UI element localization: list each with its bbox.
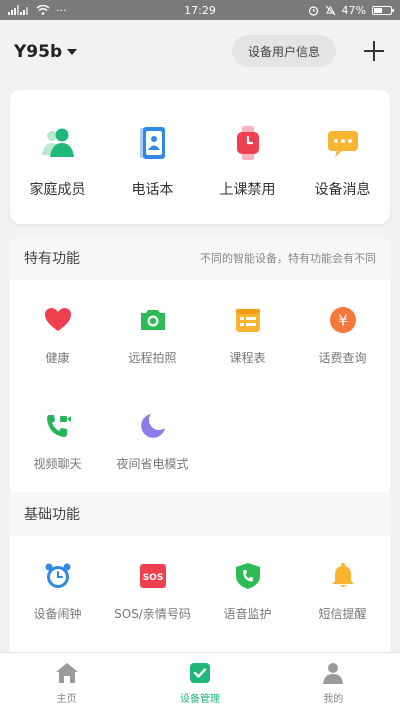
family-members-label: 家庭成员 — [29, 182, 86, 198]
night-power-save-label: 夜间省电模式 — [116, 457, 189, 471]
battery-icon — [372, 5, 394, 15]
wifi-icon — [36, 5, 50, 15]
functions-card: 特有功能 不同的智能设备，特有功能会有不同 健康 远程拍照 课程表 ¥ 话费查询… — [10, 236, 390, 656]
caret-down-icon — [67, 49, 78, 55]
class-disable-button[interactable]: 上课禁用 — [200, 90, 295, 224]
status-dots: ··· — [56, 3, 67, 17]
schedule-icon — [235, 309, 260, 332]
remote-photo-button[interactable]: 远程拍照 — [105, 280, 200, 386]
yen-icon: ¥ — [329, 307, 356, 333]
mute-icon — [325, 5, 335, 15]
health-button[interactable]: 健康 — [10, 280, 105, 386]
device-message-icon — [327, 131, 358, 157]
sos-icon: SOS — [139, 564, 166, 588]
device-alarm-label: 设备闹钟 — [33, 607, 82, 621]
phonebook-label: 电话本 — [131, 182, 174, 198]
basic-functions-title: 基础功能 — [24, 507, 80, 523]
home-icon — [55, 663, 78, 683]
battery-percent: 47% — [341, 3, 366, 17]
status-left: ··· — [8, 4, 67, 17]
device-message-button[interactable]: 设备消息 — [295, 90, 390, 224]
health-label: 健康 — [45, 351, 70, 365]
sos-family-numbers-label: SOS/亲情号码 — [114, 607, 191, 621]
class-disable-label: 上课禁用 — [219, 182, 276, 198]
svg-text:SOS: SOS — [142, 573, 163, 583]
family-members-button[interactable]: 家庭成员 — [10, 90, 105, 224]
video-call-icon — [46, 415, 71, 437]
device-message-label: 设备消息 — [314, 182, 371, 198]
balance-query-label: 话费查询 — [318, 351, 367, 365]
moon-icon — [140, 414, 165, 438]
video-chat-button[interactable]: 视频聊天 — [10, 386, 105, 492]
device-manage-icon — [189, 663, 210, 683]
tab-device-management-label: 设备管理 — [179, 694, 220, 705]
tab-profile[interactable]: 我的 — [267, 653, 400, 712]
phonebook-icon — [139, 127, 165, 159]
status-bar: ··· 17:29 47% — [0, 0, 400, 20]
balance-query-button[interactable]: ¥ 话费查询 — [295, 280, 390, 386]
special-functions-subtitle: 不同的智能设备，特有功能会有不同 — [200, 252, 376, 265]
bell-icon — [331, 563, 354, 587]
device-selector[interactable]: Y95b — [14, 42, 78, 62]
schedule-button[interactable]: 课程表 — [200, 280, 295, 386]
voice-monitor-button[interactable]: 语音监护 — [200, 536, 295, 642]
sms-reminder-button[interactable]: 短信提醒 — [295, 536, 390, 642]
special-functions-header: 特有功能 不同的智能设备，特有功能会有不同 — [10, 236, 390, 280]
basic-functions-grid: 设备闹钟 SOS SOS/亲情号码 语音监护 短信提醒 — [10, 536, 390, 642]
special-functions-title: 特有功能 — [24, 251, 80, 267]
camera-icon — [140, 310, 165, 330]
device-user-info-button[interactable]: 设备用户信息 — [232, 35, 336, 67]
tab-device-management[interactable]: 设备管理 — [133, 653, 266, 712]
alarm-clock-icon — [45, 563, 70, 588]
family-members-icon — [41, 128, 74, 157]
signal-icon — [8, 5, 28, 15]
device-name: Y95b — [14, 42, 63, 62]
profile-icon — [323, 663, 344, 684]
add-icon[interactable] — [362, 39, 386, 63]
svg-text:¥: ¥ — [338, 312, 348, 330]
remote-photo-label: 远程拍照 — [128, 351, 177, 365]
header: Y95b 设备用户信息 — [0, 20, 400, 84]
video-chat-label: 视频聊天 — [33, 457, 82, 471]
tab-home[interactable]: 主页 — [0, 653, 133, 712]
quick-actions-card: 家庭成员 电话本 上课禁用 设备消息 — [10, 90, 390, 224]
heart-icon — [44, 308, 71, 331]
voice-monitor-icon — [235, 563, 260, 589]
status-right: 47% — [308, 3, 394, 17]
alarm-status-icon — [308, 5, 318, 16]
sos-family-numbers-button[interactable]: SOS SOS/亲情号码 — [105, 536, 200, 642]
sms-reminder-label: 短信提醒 — [318, 607, 367, 621]
schedule-label: 课程表 — [229, 351, 266, 365]
phonebook-button[interactable]: 电话本 — [105, 90, 200, 224]
device-alarm-button[interactable]: 设备闹钟 — [10, 536, 105, 642]
bottom-tab-bar: 主页 设备管理 我的 — [0, 652, 400, 712]
night-power-save-button[interactable]: 夜间省电模式 — [105, 386, 200, 492]
special-functions-grid: 健康 远程拍照 课程表 ¥ 话费查询 视频聊天 夜间省电模式 — [10, 280, 390, 492]
tab-profile-label: 我的 — [323, 694, 344, 705]
tab-home-label: 主页 — [56, 694, 77, 705]
basic-functions-header: 基础功能 — [10, 492, 390, 536]
voice-monitor-label: 语音监护 — [223, 607, 272, 621]
class-disable-watch-icon — [236, 126, 259, 160]
